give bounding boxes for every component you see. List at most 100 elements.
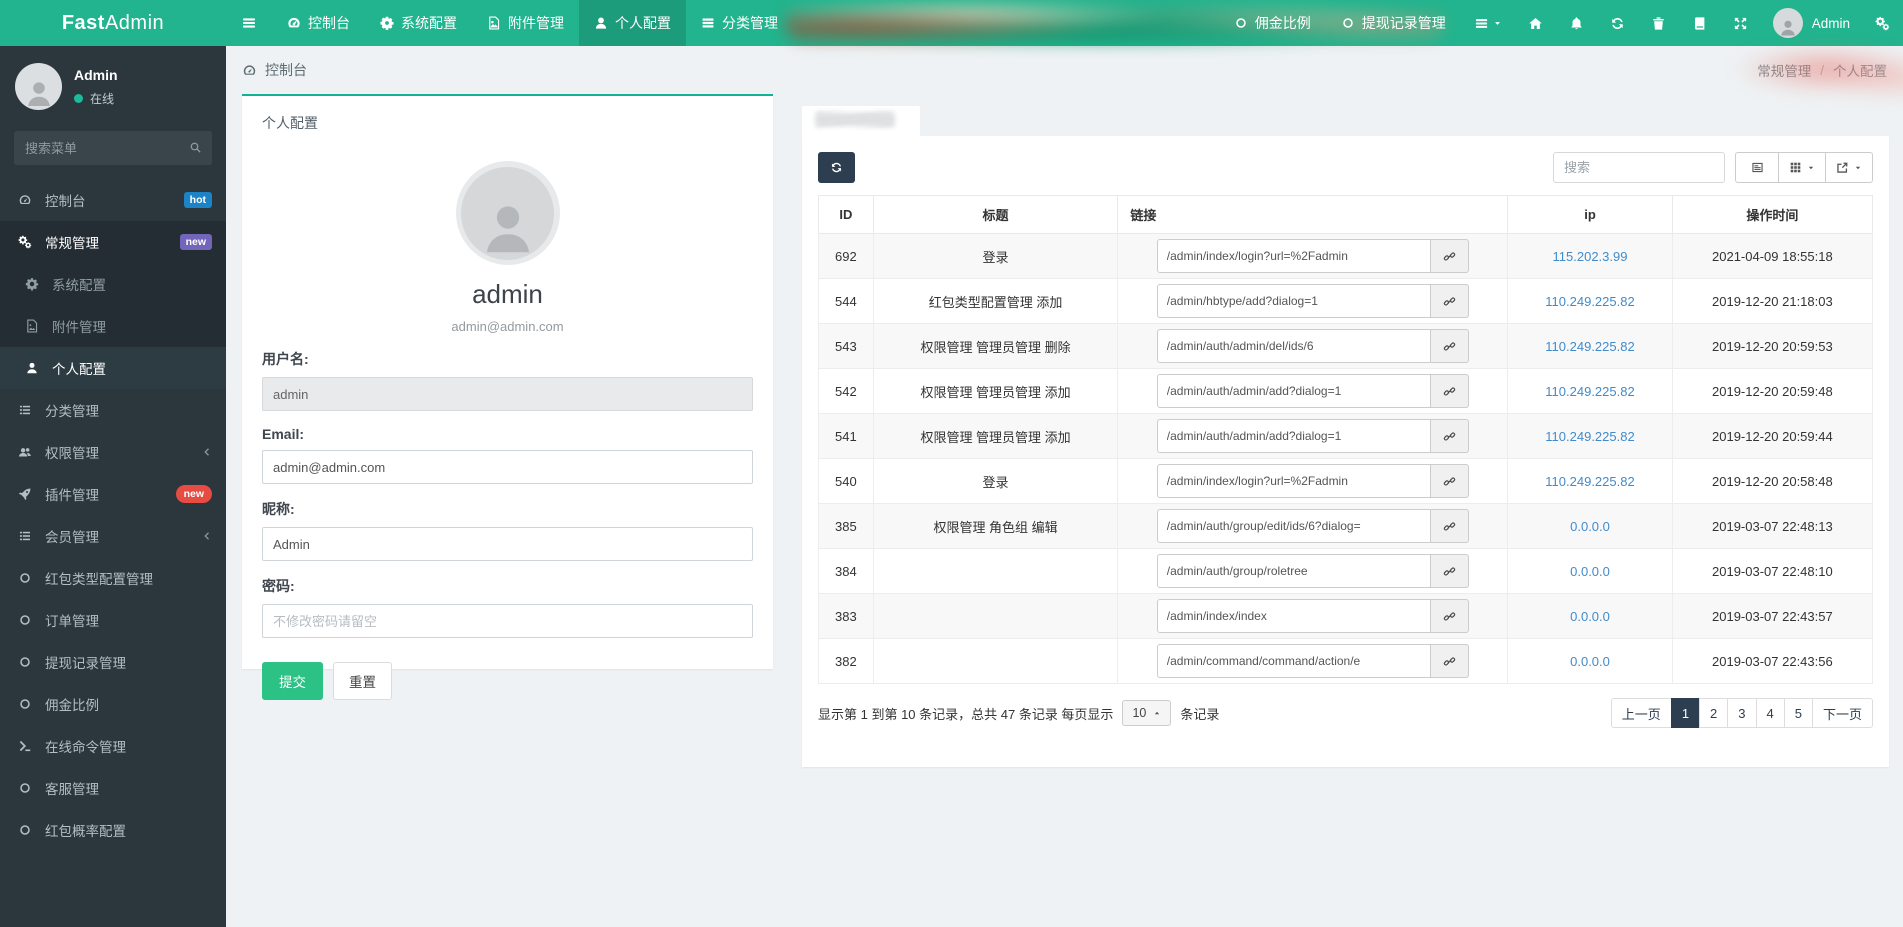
sidebar-item[interactable]: 红包概率配置 (0, 809, 226, 851)
link-input[interactable] (1157, 599, 1431, 633)
open-link-button[interactable] (1431, 554, 1469, 588)
menu-search-input[interactable] (14, 131, 212, 165)
navbar-tab[interactable]: 佣金比例 (1219, 0, 1326, 46)
sidebar-item[interactable]: 附件管理 (0, 305, 226, 347)
sidebar-item[interactable]: 个人配置 (0, 347, 226, 389)
page-number-button[interactable]: 2 (1699, 698, 1728, 728)
open-link-button[interactable] (1431, 419, 1469, 453)
sidebar-item[interactable]: 控制台 hot (0, 179, 226, 221)
ip-link[interactable]: 0.0.0.0 (1570, 654, 1610, 669)
page-number-button[interactable]: 5 (1784, 698, 1813, 728)
ip-link[interactable]: 110.249.225.82 (1545, 339, 1634, 354)
language-button[interactable] (1679, 0, 1720, 46)
email-field[interactable] (262, 450, 753, 484)
notifications-button[interactable] (1556, 0, 1597, 46)
sidebar-item[interactable]: 常规管理 new (0, 221, 226, 263)
sidebar-item[interactable]: 在线命令管理 (0, 725, 226, 767)
nickname-field[interactable] (262, 527, 753, 561)
page-number-button[interactable]: 1 (1671, 698, 1700, 728)
navbar-tab[interactable]: 分类管理 (686, 0, 793, 46)
ip-link[interactable]: 110.249.225.82 (1545, 384, 1634, 399)
menu-dropdown-button[interactable] (1461, 0, 1515, 46)
log-tab[interactable] (802, 106, 920, 136)
ip-link[interactable]: 110.249.225.82 (1545, 474, 1634, 489)
open-link-button[interactable] (1431, 599, 1469, 633)
cell-time: 2019-03-07 22:48:13 (1672, 504, 1872, 549)
column-header[interactable]: 操作时间 (1672, 196, 1872, 234)
sidebar-item[interactable]: 会员管理 (0, 515, 226, 557)
open-link-button[interactable] (1431, 284, 1469, 318)
link-input[interactable] (1157, 554, 1431, 588)
sidebar-toggle-button[interactable] (226, 0, 272, 46)
sidebar-item-label: 客服管理 (45, 778, 212, 798)
detail-view-icon (1751, 161, 1764, 174)
open-link-button[interactable] (1431, 509, 1469, 543)
navbar-tab[interactable]: 提现记录管理 (1326, 0, 1461, 46)
sidebar-item[interactable]: 红包类型配置管理 (0, 557, 226, 599)
detail-view-button[interactable] (1735, 152, 1779, 183)
table-refresh-button[interactable] (818, 152, 855, 183)
export-button[interactable] (1825, 152, 1873, 183)
table-search-input[interactable] (1553, 152, 1725, 183)
columns-button[interactable] (1778, 152, 1826, 183)
prev-page-button[interactable]: 上一页 (1611, 698, 1672, 728)
page-number-button[interactable]: 4 (1756, 698, 1785, 728)
link-input[interactable] (1157, 644, 1431, 678)
settings-button[interactable] (1862, 0, 1903, 46)
sidebar-item[interactable]: 佣金比例 (0, 683, 226, 725)
cell-link (1118, 279, 1508, 324)
per-page-dropdown[interactable]: 10 (1122, 700, 1171, 726)
ip-link[interactable]: 0.0.0.0 (1570, 564, 1610, 579)
cell-link (1118, 594, 1508, 639)
navbar-tab[interactable]: 附件管理 (472, 0, 579, 46)
sidebar-item[interactable]: 分类管理 (0, 389, 226, 431)
sidebar-item[interactable]: 插件管理 new (0, 473, 226, 515)
ip-link[interactable]: 0.0.0.0 (1570, 609, 1610, 624)
clear-cache-button[interactable] (1638, 0, 1679, 46)
column-header[interactable]: ID (819, 196, 874, 234)
link-input[interactable] (1157, 419, 1431, 453)
link-input[interactable] (1157, 464, 1431, 498)
profile-avatar[interactable] (456, 161, 560, 265)
link-icon (1443, 475, 1456, 488)
ip-link[interactable]: 110.249.225.82 (1545, 294, 1634, 309)
cell-id: 384 (819, 549, 874, 594)
ip-link[interactable]: 115.202.3.99 (1553, 249, 1628, 264)
next-page-button[interactable]: 下一页 (1812, 698, 1873, 728)
sidebar-item[interactable]: 权限管理 (0, 431, 226, 473)
sidebar-item[interactable]: 系统配置 (0, 263, 226, 305)
reset-button[interactable]: 重置 (333, 662, 392, 700)
column-header[interactable]: ip (1508, 196, 1672, 234)
open-link-button[interactable] (1431, 374, 1469, 408)
sidebar-item[interactable]: 客服管理 (0, 767, 226, 809)
link-input[interactable] (1157, 509, 1431, 543)
ip-link[interactable]: 0.0.0.0 (1570, 519, 1610, 534)
open-link-button[interactable] (1431, 239, 1469, 273)
column-header[interactable]: 标题 (873, 196, 1118, 234)
link-input[interactable] (1157, 239, 1431, 273)
refresh-button[interactable] (1597, 0, 1638, 46)
fullscreen-button[interactable] (1720, 0, 1761, 46)
password-field[interactable] (262, 604, 753, 638)
navbar-tab[interactable]: 个人配置 (579, 0, 686, 46)
link-input[interactable] (1157, 329, 1431, 363)
user-menu[interactable]: Admin (1761, 8, 1862, 38)
open-link-button[interactable] (1431, 329, 1469, 363)
open-link-button[interactable] (1431, 644, 1469, 678)
brand-logo[interactable]: FastAdmin (0, 0, 226, 46)
link-input[interactable] (1157, 284, 1431, 318)
home-button[interactable] (1515, 0, 1556, 46)
open-link-button[interactable] (1431, 464, 1469, 498)
column-header[interactable]: 链接 (1118, 196, 1508, 234)
ip-link[interactable]: 110.249.225.82 (1545, 429, 1634, 444)
link-input[interactable] (1157, 374, 1431, 408)
cell-time: 2019-12-20 20:59:48 (1672, 369, 1872, 414)
sidebar-item[interactable]: 订单管理 (0, 599, 226, 641)
caret-down-icon (1854, 164, 1862, 172)
sidebar-item[interactable]: 提现记录管理 (0, 641, 226, 683)
page-number-button[interactable]: 3 (1727, 698, 1756, 728)
cell-id: 382 (819, 639, 874, 684)
submit-button[interactable]: 提交 (262, 662, 323, 700)
navbar-tab[interactable]: 系统配置 (365, 0, 472, 46)
navbar-tab[interactable]: 控制台 (272, 0, 365, 46)
